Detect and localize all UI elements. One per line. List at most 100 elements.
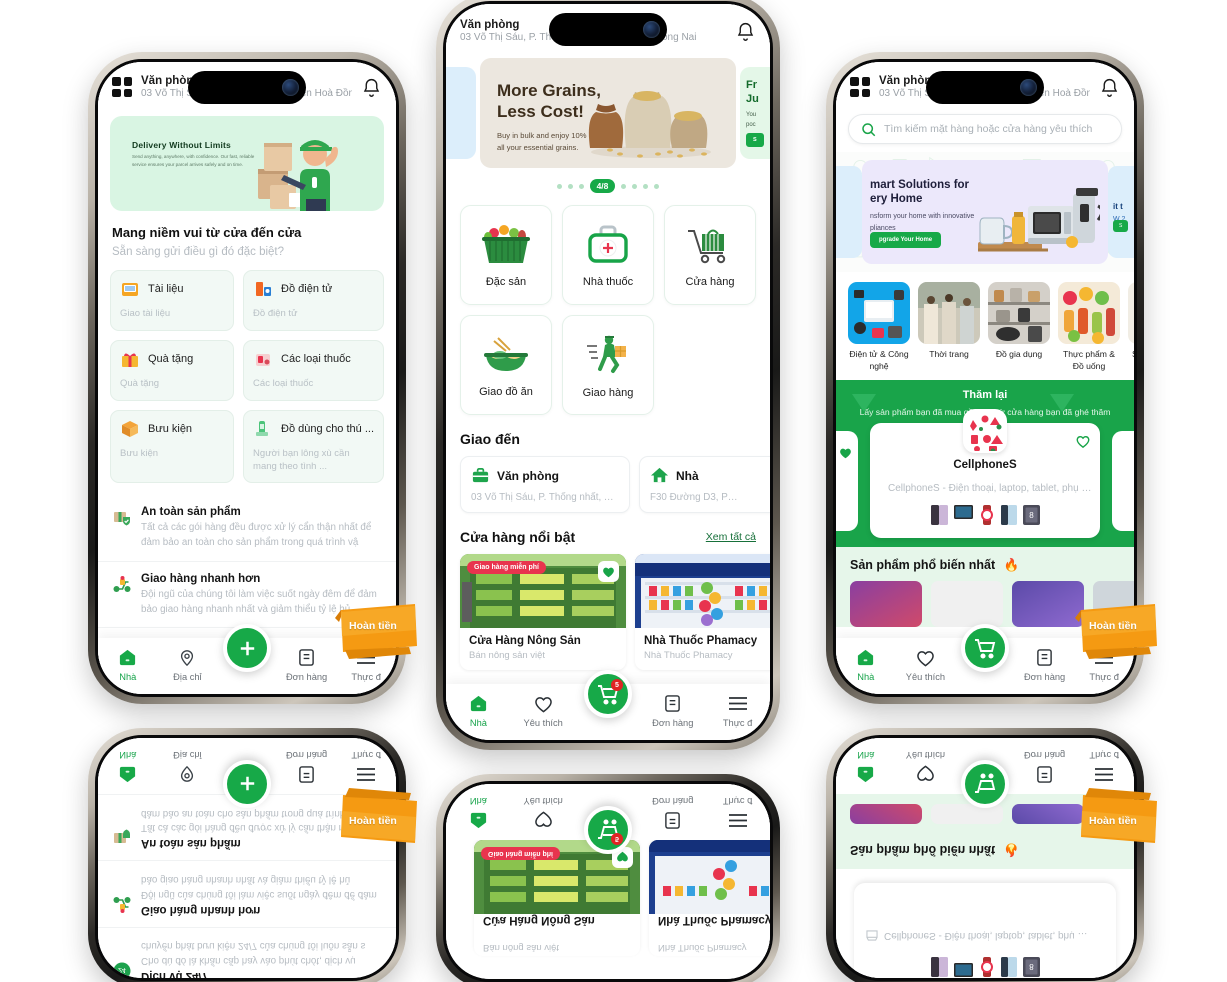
grid-menu-icon[interactable] bbox=[850, 77, 870, 98]
product-thumb-tablet-icon[interactable] bbox=[953, 504, 973, 521]
menu-icon bbox=[357, 768, 376, 781]
notification-bell-icon[interactable] bbox=[361, 77, 382, 98]
phone2-screen: Văn phòng 03 Võ Thị Sáu, P. Thống nhất, … bbox=[446, 4, 770, 740]
service-desc: Giao tài liệu bbox=[120, 308, 171, 320]
product-card-2[interactable] bbox=[931, 580, 1003, 627]
add-button[interactable] bbox=[223, 624, 271, 672]
promo-carousel[interactable]: Fr Ju You poc S More Grains, Less Cost! … bbox=[446, 58, 770, 169]
cart-button-reflection: 5 bbox=[584, 806, 632, 854]
service-card-parcel[interactable]: Bưu kiện Bưu kiện bbox=[110, 409, 235, 484]
nav-item-home: Nhà bbox=[836, 750, 896, 785]
product-card-1[interactable] bbox=[850, 580, 922, 627]
featured-stores-title: Cửa hàng nổi bật bbox=[460, 529, 576, 546]
feature-desc: Đội ngũ của chúng tôi làm việc suốt ngày… bbox=[141, 874, 377, 900]
product-thumb-phone-icon[interactable] bbox=[930, 504, 948, 525]
heart-icon bbox=[917, 765, 934, 782]
category-label: Thời trang bbox=[929, 349, 969, 360]
phone-mockup-1-reflection: Nhà Địa chỉ Đơn hàng Thực đ 24 Dịch vụ 2… bbox=[88, 728, 406, 982]
promo-carousel-3[interactable]: it t W 2 S mart Solutions for ery Home n… bbox=[836, 152, 1134, 273]
favorite-button[interactable] bbox=[598, 561, 619, 583]
next-slide-cta[interactable]: S bbox=[746, 133, 764, 148]
product-thumb-device-icon[interactable]: 8 bbox=[1022, 504, 1040, 525]
nav-item-menu[interactable]: Thực đ bbox=[705, 693, 770, 728]
notification-bell-icon[interactable] bbox=[1099, 77, 1120, 98]
service-name: Tài liệu bbox=[148, 283, 184, 296]
revisit-store-card[interactable]: CellphoneS CellphoneS - Điện thoại, lapt… bbox=[870, 408, 1100, 538]
category-card-cua-hang[interactable]: Cửa hàng bbox=[664, 205, 756, 306]
feature-title: Dịch vụ 24/7 bbox=[141, 970, 209, 978]
service-card-pet[interactable]: Đồ dùng cho thú ... Người bạn lông xù cầ… bbox=[243, 409, 384, 484]
service-card-document[interactable]: Tài liệu Giao tài liệu bbox=[110, 270, 235, 332]
nav-item-address: Địa chỉ bbox=[158, 750, 218, 785]
delivery-banner[interactable]: Delivery Without Limits Send anything, a… bbox=[110, 116, 384, 212]
see-all-link[interactable]: Xem tất cả bbox=[706, 531, 756, 543]
category-item-electronics[interactable]: Điện tử & Công nghệ bbox=[848, 282, 910, 372]
search-input[interactable]: Tìm kiếm mặt hàng hoặc cửa hàng yêu thíc… bbox=[848, 114, 1122, 145]
service-card-medicine[interactable]: Các loại thuốc Các loại thuốc bbox=[243, 340, 384, 401]
fire-icon: 🔥 bbox=[1003, 843, 1020, 857]
pin-icon bbox=[181, 766, 194, 783]
category-card-giao-hang[interactable]: Giao hàng bbox=[562, 315, 654, 416]
category-item-fashion[interactable]: Thời trang bbox=[918, 282, 980, 372]
grid-menu-icon[interactable] bbox=[112, 77, 132, 98]
category-card-dac-san[interactable]: Đặc sản bbox=[460, 205, 552, 306]
hero3-cta-button[interactable]: pgrade Your Home bbox=[870, 232, 942, 249]
category-item-household[interactable]: Đồ gia dụng bbox=[988, 282, 1050, 372]
nav-item-orders[interactable]: Đơn hàng bbox=[277, 647, 337, 682]
carousel-prev-slide[interactable] bbox=[446, 67, 476, 160]
nav-item-address[interactable]: Địa chỉ bbox=[158, 647, 218, 682]
cart-icon bbox=[975, 639, 996, 659]
nav-item-favorites: Yêu thích bbox=[896, 750, 956, 785]
category-item-food[interactable]: Thực phẩm & Đồ uống bbox=[1058, 282, 1120, 372]
nav-item-favorites[interactable]: Yêu thích bbox=[511, 693, 576, 728]
address-card-home[interactable]: Nhà F30 Đường D3, P… bbox=[639, 456, 770, 514]
camera-lens-icon bbox=[643, 21, 660, 38]
carousel-indicator[interactable]: 4/8 bbox=[446, 179, 770, 194]
favorite-heart-icon[interactable] bbox=[1076, 435, 1090, 448]
nav-item-home[interactable]: Nhà bbox=[446, 693, 511, 728]
nav-label: Địa chỉ bbox=[173, 750, 202, 760]
service-card-gift[interactable]: Quà tặng Quà tặng bbox=[110, 340, 235, 401]
store-photo: Giao hàng miễn phí bbox=[460, 554, 626, 629]
product-thumb-phone2-icon[interactable] bbox=[1000, 504, 1017, 525]
carousel-next-slide[interactable]: Fr Ju You poc S bbox=[740, 67, 770, 160]
cart-button[interactable] bbox=[961, 624, 1009, 672]
category-card-giao-do-an[interactable]: Giao đồ ăn bbox=[460, 315, 552, 416]
nav-item-favorites[interactable]: Yêu thích bbox=[896, 647, 956, 682]
feature-desc: Tất cả các gói hàng đều được xử lý cẩn t… bbox=[141, 522, 372, 549]
service-card-electronics[interactable]: Đồ điện tử Đồ điện tử bbox=[243, 270, 384, 332]
nav-item-orders: Đơn hàng bbox=[277, 750, 337, 785]
nav-item-orders[interactable]: Đơn hàng bbox=[1015, 647, 1075, 682]
revisit-card-carousel: CellphoneS CellphoneS - Điện thoại, lapt… bbox=[836, 408, 1134, 547]
revisit-card-prev[interactable] bbox=[836, 430, 858, 531]
address-card-office[interactable]: Văn phòng 03 Võ Thị Sáu, P. Thống nhất, … bbox=[460, 456, 630, 514]
carousel-prev-slide-3[interactable] bbox=[836, 166, 862, 259]
carousel-active-slide-3[interactable]: mart Solutions for ery Home nsform your … bbox=[862, 160, 1108, 265]
cart-button-reflection bbox=[961, 760, 1009, 808]
feature-title: Giao hàng nhanh hơn bbox=[141, 903, 261, 916]
carousel-active-slide[interactable]: More Grains, Less Cost! Buy in bulk and … bbox=[480, 58, 736, 169]
category-item-books[interactable]: Sách & phòng bbox=[1128, 282, 1134, 372]
nav-label: Yêu thích bbox=[523, 796, 563, 806]
shopping-cart-icon bbox=[688, 229, 726, 263]
store-card-nong-san[interactable]: Giao hàng miễn phí Cửa Hàng Nông Sản Bán… bbox=[460, 554, 626, 671]
store-card-pharmacy[interactable]: Nhà Thuốc Phamacy Nhà Thuốc Phamacy bbox=[635, 554, 770, 671]
product-card-2 bbox=[931, 804, 1003, 824]
nav-label: Đơn hàng bbox=[652, 796, 694, 806]
product-card-3[interactable] bbox=[1012, 580, 1084, 627]
home-icon bbox=[858, 649, 874, 666]
cart-button[interactable]: 5 bbox=[584, 670, 632, 718]
carousel-next-slide-3[interactable]: it t W 2 S bbox=[1108, 166, 1134, 259]
revisit-card-next[interactable] bbox=[1112, 430, 1134, 531]
notification-bell-icon[interactable] bbox=[735, 21, 756, 42]
cashback-ribbon-1[interactable]: Hoàn tiền bbox=[335, 600, 421, 662]
nav-item-home[interactable]: Nhà bbox=[836, 647, 896, 682]
cashback-ribbon-3[interactable]: Hoàn tiền bbox=[1075, 600, 1161, 662]
category-card-nha-thuoc[interactable]: Nhà thuốc bbox=[562, 205, 654, 306]
next-slide-title: it t bbox=[1113, 202, 1123, 212]
nav-item-orders[interactable]: Đơn hàng bbox=[640, 693, 705, 728]
featured-stores-header: Cửa hàng nổi bật Xem tất cả bbox=[446, 513, 770, 554]
product-thumb-watch-icon[interactable] bbox=[979, 504, 995, 525]
next-slide-cta[interactable]: S bbox=[1113, 220, 1129, 233]
nav-item-home[interactable]: Nhà bbox=[98, 647, 158, 682]
